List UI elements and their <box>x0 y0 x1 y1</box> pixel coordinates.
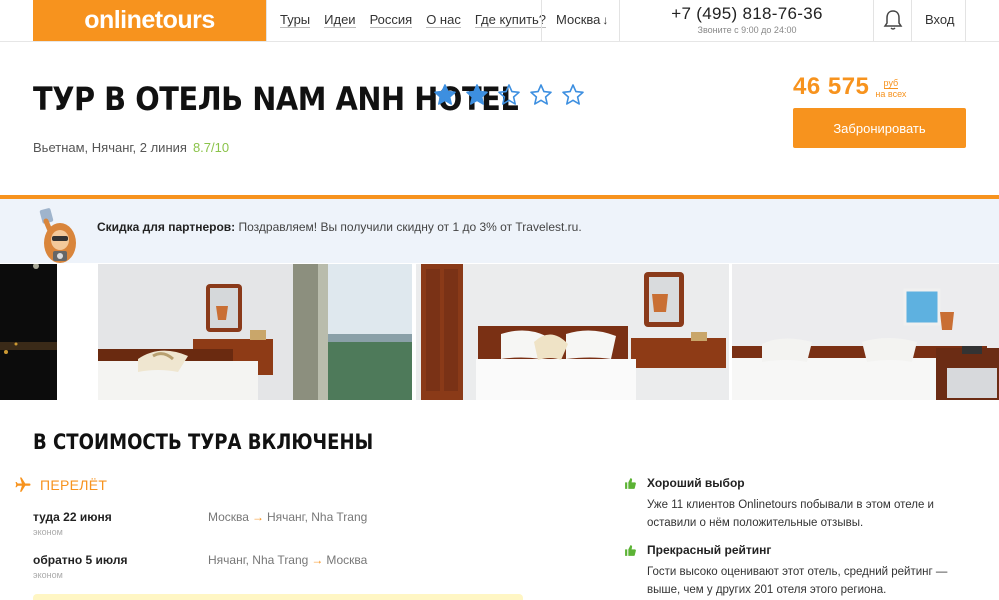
currency-label: руб <box>883 78 899 89</box>
main-nav: Туры Идеи Россия О нас Где купить? <box>280 0 547 41</box>
gallery-gap <box>56 264 96 400</box>
route-from: Нячанг, Nha Trang <box>208 553 309 567</box>
star-empty-icon <box>530 84 552 105</box>
flight-direction: обратно 5 июля <box>33 553 128 567</box>
divider <box>541 0 542 41</box>
nav-where-to-buy[interactable]: Где купить? <box>474 13 547 28</box>
thumbs-up-icon <box>625 544 636 556</box>
location-text: Вьетнам, Нячанг, 2 линия <box>33 140 187 155</box>
flight-route: Нячанг, Nha Trang → Москва <box>208 553 367 567</box>
nav-about[interactable]: О нас <box>426 13 461 28</box>
thumbs-up-icon <box>625 477 636 489</box>
flight-row-return: обратно 5 июля эконом <box>33 553 128 580</box>
included-section-title: В СТОИМОСТЬ ТУРА ВКЛЮЧЕНЫ <box>33 430 374 454</box>
star-empty-icon <box>562 84 584 105</box>
hotel-location: Вьетнам, Нячанг, 2 линия 8.7/10 <box>33 140 229 155</box>
banner-text: Поздравляем! Вы получили скидну от 1 до … <box>235 220 582 234</box>
nav-russia[interactable]: Россия <box>369 13 413 28</box>
perk-good-choice: Хороший выбор Уже 11 клиентов Onlinetour… <box>624 476 964 532</box>
perk-text: Уже 11 клиентов Onlinetours побывали в э… <box>647 499 934 529</box>
perk-great-rating: Прекрасный рейтинг Гости высоко оцениваю… <box>624 543 964 599</box>
perk-text: Гости высоко оценивают этот отель, средн… <box>647 566 948 596</box>
mascot-icon <box>39 208 76 263</box>
hotel-photo-gallery[interactable] <box>0 264 999 400</box>
hotel-photo[interactable] <box>416 264 729 400</box>
hotel-photo[interactable] <box>731 264 999 400</box>
logo-text: onlinetours <box>84 6 215 34</box>
city-label: Москва <box>556 12 601 27</box>
divider <box>619 0 620 41</box>
route-to: Москва <box>326 553 368 567</box>
nav-tours[interactable]: Туры <box>280 13 311 28</box>
divider <box>911 0 912 41</box>
star-empty-icon <box>498 84 520 105</box>
hotel-photo[interactable] <box>0 264 57 400</box>
route-from: Москва <box>208 510 249 524</box>
flight-route: Москва → Нячанг, Nha Trang <box>208 510 367 524</box>
arrow-right-icon: → <box>311 553 324 567</box>
phone-hours: Звоните с 9:00 до 24:00 <box>697 25 797 35</box>
login-link[interactable]: Вход <box>925 12 954 27</box>
phone-number[interactable]: +7 (495) 818-76-36 <box>660 4 834 24</box>
star-filled-icon <box>466 84 488 105</box>
flight-header: ПЕРЕЛЁТ <box>14 476 107 494</box>
flight-label: ПЕРЕЛЁТ <box>40 477 108 493</box>
hotel-rating: 8.7/10 <box>192 140 230 155</box>
bell-icon[interactable] <box>876 9 910 33</box>
route-to: Нячанг, Nha Trang <box>266 510 368 524</box>
divider <box>266 0 267 41</box>
notice-strip <box>33 594 523 600</box>
flight-class: эконом <box>33 570 63 580</box>
perk-title: Прекрасный рейтинг <box>647 543 772 557</box>
tour-price: 46 575 руб на всех <box>793 73 906 101</box>
divider <box>965 0 966 41</box>
flight-direction: туда 22 июня <box>33 510 112 524</box>
hotel-photo[interactable] <box>97 264 413 400</box>
price-per-label: на всех <box>875 89 907 99</box>
price-currency: руб на всех <box>875 78 906 101</box>
partner-discount-banner: Скидка для партнеров: Поздравляем! Вы по… <box>0 199 999 263</box>
star-filled-icon <box>434 84 456 105</box>
site-logo[interactable]: onlinetours <box>33 0 266 41</box>
arrow-down-icon: ↓ <box>602 13 609 27</box>
plane-icon <box>15 477 31 492</box>
hotel-stars <box>433 83 585 107</box>
price-value: 46 575 <box>793 73 870 100</box>
book-button[interactable]: Забронировать <box>793 108 966 148</box>
phone-block: +7 (495) 818-76-36 Звоните с 9:00 до 24:… <box>660 4 834 35</box>
nav-ideas[interactable]: Идеи <box>324 13 356 28</box>
city-selector[interactable]: Москва ↓ <box>556 12 608 27</box>
arrow-right-icon: → <box>251 510 264 524</box>
flight-class: эконом <box>33 527 63 537</box>
banner-message: Скидка для партнеров: Поздравляем! Вы по… <box>97 220 582 234</box>
site-header: onlinetours Туры Идеи Россия О нас Где к… <box>0 0 999 42</box>
divider <box>873 0 874 41</box>
flight-row-outbound: туда 22 июня эконом <box>33 510 112 537</box>
perk-title: Хороший выбор <box>647 476 745 490</box>
banner-label: Скидка для партнеров: <box>97 220 236 234</box>
